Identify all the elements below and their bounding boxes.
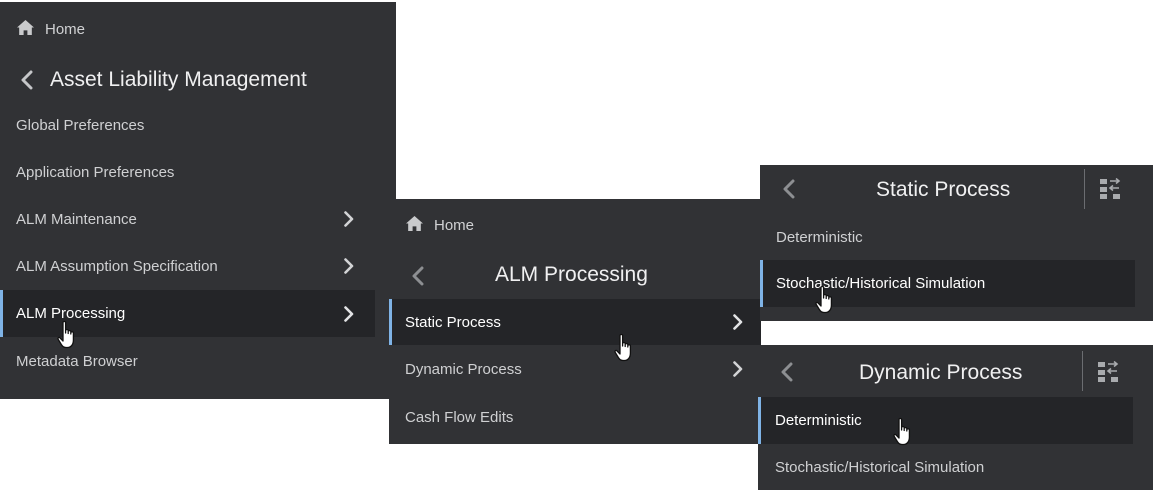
panel-title: Static Process [876, 178, 1011, 201]
panel-title: Dynamic Process [859, 361, 1023, 384]
menu-item-deterministic[interactable]: Deterministic [758, 397, 1133, 444]
toggle-view-icon[interactable] [1099, 178, 1121, 200]
menu-item-label: ALM Maintenance [16, 210, 137, 228]
back-chevron-icon[interactable] [782, 179, 796, 199]
chevron-right-icon [732, 361, 744, 377]
menu-item-label: Stochastic/Historical Simulation [775, 458, 985, 476]
home-icon [405, 215, 434, 236]
header-divider [1084, 169, 1085, 209]
back-chevron-icon[interactable] [411, 266, 425, 286]
menu-item-label: Stochastic/Historical Simulation [776, 275, 986, 292]
menu-item-label: Dynamic Process [405, 360, 522, 378]
menu-item-label: Metadata Browser [16, 352, 138, 370]
menu-item-alm-assumption-specification[interactable]: ALM Assumption Specification [0, 243, 375, 289]
menu-item-label: Deterministic [775, 412, 862, 429]
toggle-view-icon[interactable] [1097, 361, 1119, 383]
menu-item-label: Static Process [405, 313, 501, 331]
panel-gap [785, 321, 1153, 345]
menu-item-label: Global Preferences [16, 116, 145, 134]
hand-pointer-icon [892, 417, 916, 447]
back-chevron-icon[interactable] [20, 70, 34, 90]
menu-item-stochastic-historical-simulation[interactable]: Stochastic/Historical Simulation [758, 444, 1133, 490]
menu-item-alm-maintenance[interactable]: ALM Maintenance [0, 196, 375, 242]
home-icon [16, 19, 45, 40]
navigation-panel-alm: Home Asset Liability Management Global P… [0, 2, 396, 399]
menu-item-deterministic[interactable]: Deterministic [760, 214, 1135, 260]
chevron-right-icon [343, 258, 355, 274]
back-chevron-icon[interactable] [780, 362, 794, 382]
chevron-right-icon [732, 314, 744, 330]
menu-item-label: Cash Flow Edits [405, 408, 514, 426]
home-link[interactable]: Home [405, 214, 474, 236]
menu-item-label: Deterministic [776, 228, 863, 246]
menu-item-cash-flow-edits[interactable]: Cash Flow Edits [389, 394, 761, 440]
hand-pointer-icon [814, 285, 838, 315]
home-link[interactable]: Home [16, 18, 85, 40]
home-label: Home [45, 20, 86, 38]
chevron-right-icon [343, 306, 355, 322]
hand-pointer-icon [56, 320, 80, 350]
home-label: Home [434, 216, 475, 234]
panel-title: ALM Processing [495, 263, 648, 286]
menu-item-static-process[interactable]: Static Process [389, 299, 761, 345]
menu-item-global-preferences[interactable]: Global Preferences [0, 102, 375, 148]
menu-item-dynamic-process[interactable]: Dynamic Process [389, 346, 761, 392]
menu-item-label: Application Preferences [16, 163, 175, 181]
navigation-panel-alm-processing: Home ALM Processing Static Process Dynam… [389, 199, 761, 444]
chevron-right-icon [343, 211, 355, 227]
header-divider [1082, 351, 1083, 391]
menu-item-label: ALM Assumption Specification [16, 257, 218, 275]
navigation-panel-static-process: Static Process Deterministic Stochastic/… [760, 165, 1153, 321]
hand-pointer-icon [613, 333, 637, 363]
navigation-panel-dynamic-process: Dynamic Process Deterministic Stochastic… [758, 345, 1153, 490]
menu-item-application-preferences[interactable]: Application Preferences [0, 149, 375, 195]
panel-title: Asset Liability Management [50, 68, 307, 91]
